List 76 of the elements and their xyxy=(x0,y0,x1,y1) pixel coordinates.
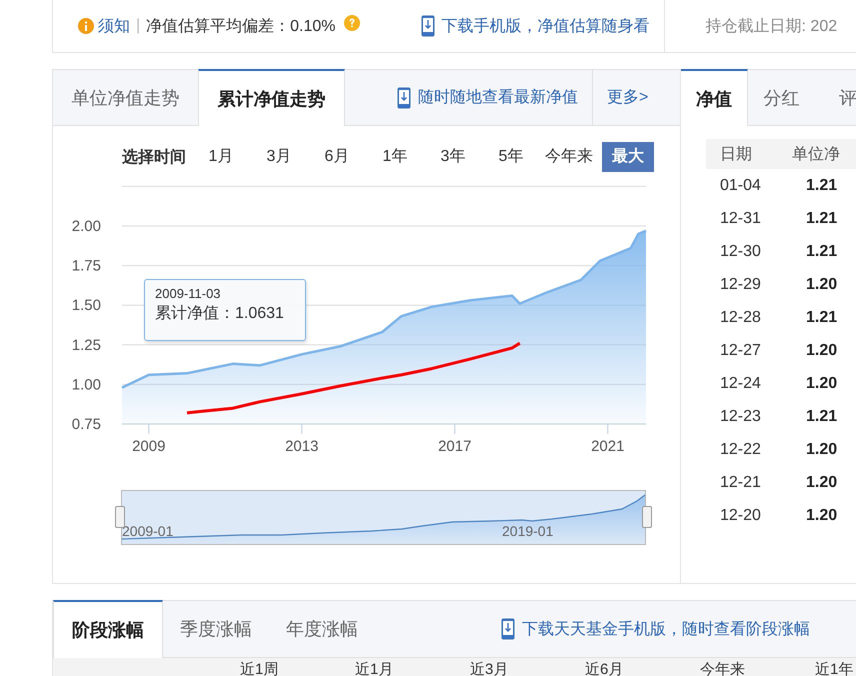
table-cell-text: 12-23 xyxy=(719,408,762,426)
info-icon xyxy=(78,18,94,34)
range-label: 选择时间 xyxy=(122,148,187,168)
navigator-handle[interactable] xyxy=(115,506,125,528)
phone-download-icon xyxy=(501,618,515,640)
range-option[interactable]: 今年来 xyxy=(540,142,598,172)
table-cell-text: 12-22 xyxy=(719,440,762,458)
column-header: 近3月 xyxy=(470,662,510,676)
x-axis-label: 2021 xyxy=(591,438,624,455)
table-cell-text: 1.20 xyxy=(805,342,838,360)
phone-download-icon xyxy=(420,15,435,37)
chart-tab[interactable]: 单位净值走势 xyxy=(53,70,198,125)
table-cell-text: 12-28 xyxy=(719,308,762,326)
phone-download-icon xyxy=(397,86,411,108)
y-axis-label: 0.75 xyxy=(72,416,101,433)
column-header: 近6月 xyxy=(585,662,624,676)
table-cell-text: 1.20 xyxy=(805,440,838,458)
range-option[interactable]: 3月 xyxy=(250,142,308,172)
table-cell-text: 1.20 xyxy=(805,374,838,392)
table-cell-text: 1.20 xyxy=(805,506,838,524)
x-axis-label: 2017 xyxy=(438,438,472,455)
returns-tab[interactable]: 阶段涨幅 xyxy=(53,600,163,658)
table-cell-text: 12-21 xyxy=(719,474,762,492)
range-option[interactable]: 1月 xyxy=(192,142,250,172)
table-cell-text: 01-04 xyxy=(719,176,762,194)
range-option[interactable]: 3年 xyxy=(424,142,482,172)
holding-date: 持仓截止日期: 202 xyxy=(706,16,838,36)
chart-tab[interactable]: 累计净值走势 xyxy=(198,69,345,126)
tooltip-value: 累计净值：1.0631 xyxy=(155,304,285,324)
y-axis-label: 2.00 xyxy=(72,218,101,235)
more-link[interactable]: 更多> xyxy=(593,70,648,125)
table-cell-text: 1.21 xyxy=(805,408,838,426)
navigator-end-label: 2019-01 xyxy=(502,523,554,539)
table-cell-text: 12-30 xyxy=(719,242,762,260)
table-cell-text: 1.21 xyxy=(805,176,838,194)
table-cell-text: 12-31 xyxy=(719,210,762,228)
notice-link[interactable]: 须知 xyxy=(98,16,130,36)
range-option[interactable]: 6月 xyxy=(308,142,366,172)
tooltip-date: 2009-11-03 xyxy=(155,286,222,301)
table-cell-text: 1.21 xyxy=(805,308,838,326)
table-cell-text: 12-29 xyxy=(719,276,762,294)
navigator-handle[interactable] xyxy=(642,506,652,528)
y-axis-label: 1.00 xyxy=(72,376,101,394)
column-header: 单位净 xyxy=(792,144,840,164)
y-axis-label: 1.50 xyxy=(72,297,101,314)
nav-tab[interactable]: 评 xyxy=(814,70,856,125)
table-cell-text: 12-24 xyxy=(719,374,762,392)
x-axis-label: 2009 xyxy=(132,438,166,455)
table-cell-text: 1.21 xyxy=(805,210,838,228)
table-cell-text: 12-20 xyxy=(719,506,762,524)
table-cell-text: 1.20 xyxy=(805,474,838,492)
table-cell-text: 1.21 xyxy=(805,242,838,260)
column-header: 今年来 xyxy=(700,662,746,676)
latest-nav-link[interactable]: 随时随地查看最新净值 xyxy=(418,87,578,108)
download-app-link[interactable]: 下载天天基金手机版，随时查看阶段涨幅 xyxy=(522,618,810,640)
table-cell-text: 1.20 xyxy=(805,276,838,294)
column-header: 近1周 xyxy=(240,662,280,676)
help-icon[interactable] xyxy=(344,15,360,31)
returns-tab[interactable]: 季度涨幅 xyxy=(163,601,269,657)
x-axis-label: 2013 xyxy=(285,438,318,455)
separator: | xyxy=(136,17,140,35)
range-option[interactable]: 5年 xyxy=(482,142,540,172)
returns-tab[interactable]: 年度涨幅 xyxy=(269,601,375,657)
nav-tab[interactable]: 净值 xyxy=(680,69,748,126)
y-axis-label: 1.25 xyxy=(72,336,101,354)
table-cell-text: 12-27 xyxy=(719,342,762,360)
range-option[interactable]: 1年 xyxy=(366,142,424,172)
range-option[interactable]: 最大 xyxy=(602,142,654,172)
column-header: 日期 xyxy=(719,144,753,164)
deviation-text: 净值估算平均偏差：0.10% xyxy=(146,16,336,36)
nav-tab[interactable]: 分红 xyxy=(748,70,815,125)
navigator-start-label: 2009-01 xyxy=(122,523,174,539)
download-app-link[interactable]: 下载手机版，净值估算随身看 xyxy=(442,16,650,36)
column-header: 近1月 xyxy=(355,662,394,676)
column-header: 近1年 xyxy=(815,662,854,676)
y-axis-label: 1.75 xyxy=(72,258,101,275)
